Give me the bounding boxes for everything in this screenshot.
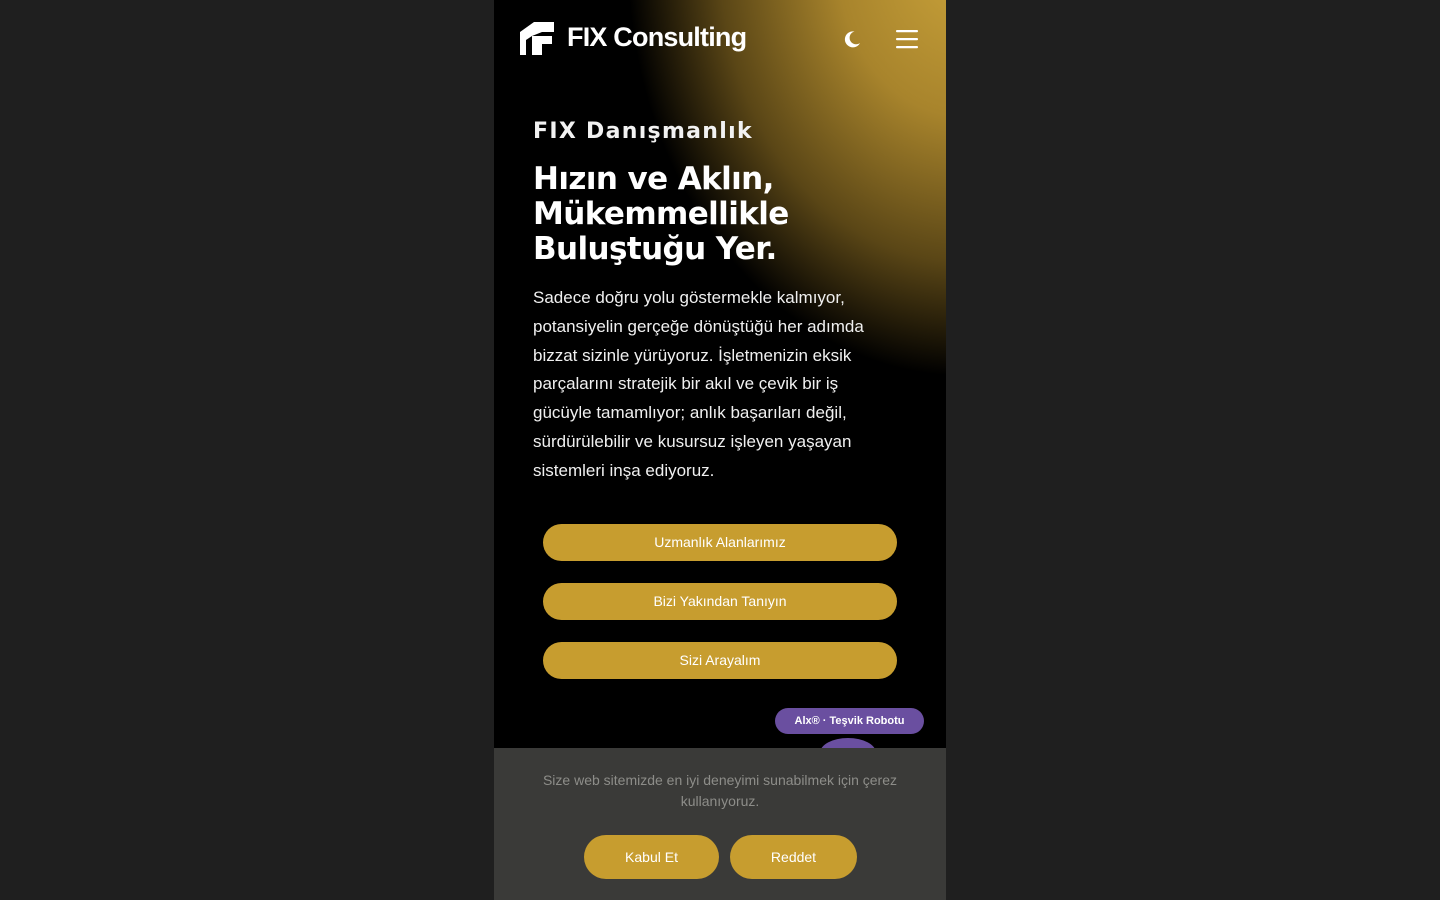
hamburger-menu-icon[interactable] (894, 28, 922, 50)
chatbot-label[interactable]: Alx® · Teşvik Robotu (775, 708, 924, 734)
call-me-button[interactable]: Sizi Arayalım (543, 642, 897, 679)
description-line: bizzat sizinle yürüyoruz. İşletmenizin e… (533, 345, 852, 365)
description-line: sistemleri inşa ediyoruz. (533, 460, 715, 480)
cookie-message-line: Size web sitemizde en iyi deneyimi sunab… (542, 772, 898, 788)
description-line: parçalarını stratejik bir akıl ve çevik … (533, 374, 839, 394)
description-line: gücüyle tamamlıyor; anlık başarıları değ… (533, 403, 847, 423)
fix-logo-icon[interactable] (520, 22, 554, 55)
brand-name[interactable]: FIX Consulting (567, 22, 747, 53)
hero-headline: Hızın ve Aklın, Mükemmellikle Buluştuğu … (533, 162, 913, 267)
headline-line: Mükemmellikle (533, 196, 789, 232)
reject-cookies-button[interactable]: Reddet (730, 835, 857, 879)
description-line: sürdürülebilir ve kusursuz işleyen yaşay… (533, 431, 852, 451)
accept-cookies-button[interactable]: Kabul Et (584, 835, 719, 879)
description-line: potansiyelin gerçeğe dönüştüğü her adımd… (533, 316, 864, 336)
cookie-message-line: kullanıyoruz. (680, 793, 760, 809)
headline-line: Hızın ve Aklın, (533, 161, 774, 197)
moon-icon[interactable] (841, 28, 863, 50)
expertise-areas-button[interactable]: Uzmanlık Alanlarımız (543, 524, 897, 561)
description-line: Sadece doğru yolu göstermekle kalmıyor, (533, 288, 845, 307)
hero-description: Sadece doğru yolu göstermekle kalmıyor, … (533, 284, 913, 486)
cookie-banner: Size web sitemizde en iyi deneyimi sunab… (494, 748, 946, 900)
cookie-message: Size web sitemizde en iyi deneyimi sunab… (524, 770, 916, 812)
hero-eyebrow: FIX Danışmanlık (533, 119, 753, 144)
mobile-viewport: FIX Consulting FIX Danışmanlık Hızın ve … (494, 0, 946, 900)
about-us-button[interactable]: Bizi Yakından Tanıyın (543, 583, 897, 620)
headline-line: Buluştuğu Yer. (533, 231, 777, 267)
top-navigation: FIX Consulting (494, 0, 946, 80)
